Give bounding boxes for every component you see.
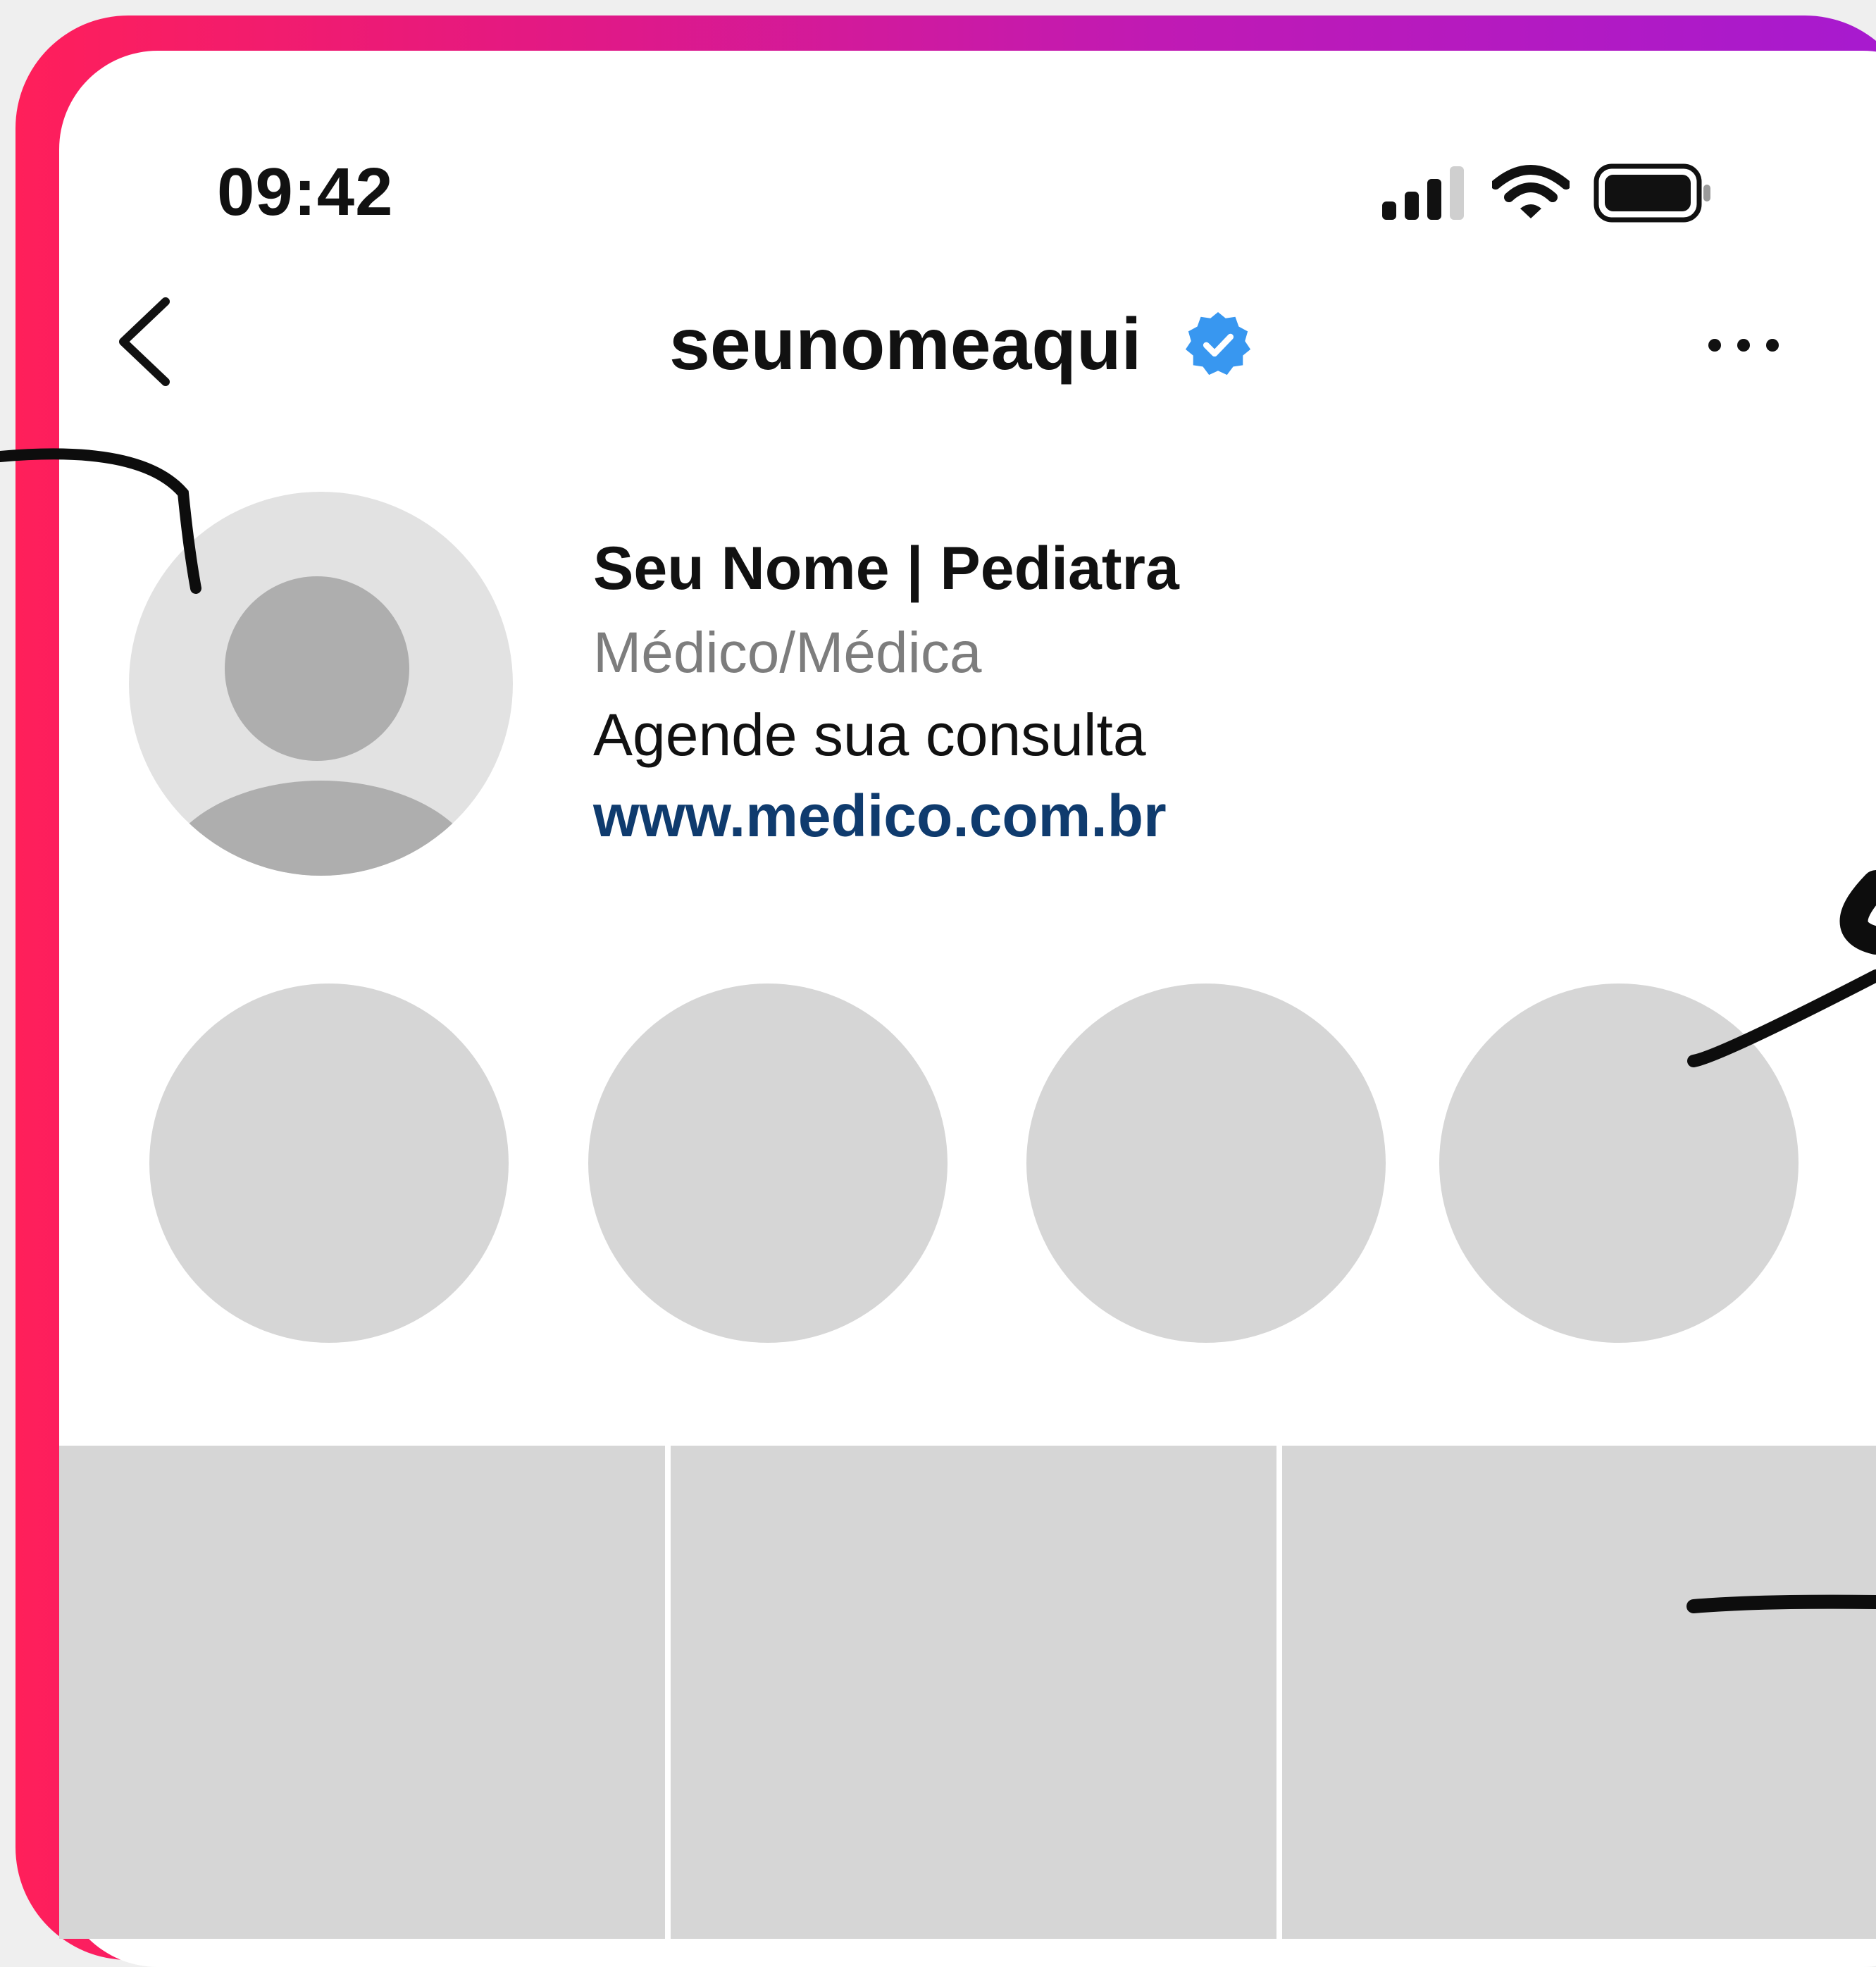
battery-icon	[1594, 163, 1710, 223]
profile-bio: Agende sua consulta	[593, 702, 1146, 768]
more-horizontal-icon[interactable]	[1705, 331, 1782, 359]
profile-category: Médico/Médica	[593, 621, 982, 685]
profile-display-name: Seu Nome | Pediatra	[593, 535, 1179, 602]
story-highlight[interactable]	[1439, 984, 1799, 1343]
status-time: 09:42	[217, 154, 394, 230]
story-highlight[interactable]	[588, 984, 948, 1343]
story-highlight[interactable]	[1026, 984, 1386, 1343]
cellular-signal-icon	[1382, 166, 1464, 220]
avatar-body-silhouette	[157, 781, 485, 876]
profile-link[interactable]: www.medico.com.br	[593, 782, 1167, 850]
avatar[interactable]	[129, 492, 513, 876]
post-thumbnail[interactable]	[1282, 1446, 1876, 1939]
avatar-head-silhouette	[225, 576, 409, 761]
verified-badge-icon	[1185, 311, 1251, 376]
post-thumbnail[interactable]	[671, 1446, 1276, 1939]
wifi-icon	[1492, 165, 1570, 218]
chevron-left-icon[interactable]	[113, 296, 176, 387]
profile-username: seunomeaqui	[669, 304, 1142, 385]
story-highlight[interactable]	[149, 984, 509, 1343]
post-thumbnail[interactable]	[59, 1446, 665, 1939]
